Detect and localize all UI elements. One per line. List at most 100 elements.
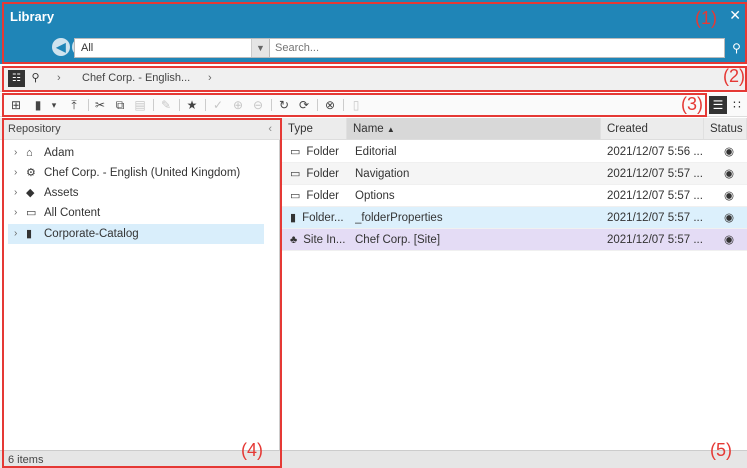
content-footer xyxy=(282,450,747,468)
star-icon[interactable]: ★ xyxy=(184,96,200,114)
library-title: Library xyxy=(10,9,55,24)
repository-footer: 6 items xyxy=(0,450,280,468)
column-header-type[interactable]: Type xyxy=(282,118,347,140)
tree-item-label: Chef Corp. - English (United Kingdom) xyxy=(44,167,241,179)
properties-icon[interactable]: ▯ xyxy=(348,96,364,114)
chevron-down-icon[interactable]: ▾ xyxy=(48,96,60,114)
table-row[interactable]: ▮ Folder... _folderProperties 2021/12/07 … xyxy=(282,207,747,229)
row-type: Folder xyxy=(306,168,340,180)
chevron-right-icon[interactable]: › xyxy=(14,203,17,223)
tree-item-all-content[interactable]: › ▭ All Content xyxy=(8,203,264,223)
toolbar-divider xyxy=(179,99,180,111)
chevron-down-icon[interactable]: ▼ xyxy=(251,39,269,57)
folder-icon: ▭ xyxy=(290,190,301,202)
catalog-icon: ▮ xyxy=(26,228,33,240)
tree-item-assets[interactable]: › ◆ Assets xyxy=(8,183,264,203)
filter-select-value: All xyxy=(81,42,94,54)
assets-icon: ◆ xyxy=(26,187,35,199)
status-icon: ◉ xyxy=(724,234,735,246)
filter-select[interactable]: All ▼ xyxy=(74,38,270,58)
row-created: 2021/12/07 5:57 ... xyxy=(607,168,702,180)
upload-icon[interactable]: ⤒ xyxy=(66,96,82,114)
callout-label-1: (1) xyxy=(695,8,717,28)
folder-properties-icon: ▮ xyxy=(290,212,297,224)
collapse-panel-icon[interactable]: ‹ xyxy=(268,123,272,135)
row-created: 2021/12/07 5:57 ... xyxy=(607,212,702,224)
site-icon: ⚙ xyxy=(26,167,36,179)
toolbar-divider xyxy=(271,99,272,111)
chevron-right-icon[interactable]: › xyxy=(14,143,17,163)
new-folder-icon[interactable]: ⊞ xyxy=(8,96,24,114)
toolbar-divider xyxy=(88,99,89,111)
edit-icon[interactable]: ✎ xyxy=(158,96,174,114)
tree-item-adam[interactable]: › ⌂ Adam xyxy=(8,143,264,163)
column-header-created[interactable]: Created xyxy=(601,118,704,140)
tree-item-label: All Content xyxy=(44,207,101,219)
row-name: Options xyxy=(355,190,395,202)
table-row[interactable]: ▭ Folder Navigation 2021/12/07 5:57 ... ◉ xyxy=(282,163,747,185)
table-row[interactable]: ▭ Folder Options 2021/12/07 5:57 ... ◉ xyxy=(282,185,747,207)
publish-icon[interactable]: ⊕ xyxy=(230,96,246,114)
status-icon: ◉ xyxy=(724,212,735,224)
tree-item-label: Assets xyxy=(44,187,79,199)
status-icon: ◉ xyxy=(724,190,735,202)
row-created: 2021/12/07 5:57 ... xyxy=(607,190,702,202)
back-button[interactable]: ◀ xyxy=(52,38,70,56)
cut-icon[interactable]: ✂ xyxy=(92,96,108,114)
tree-item-label: Adam xyxy=(44,147,75,159)
site-indicator-icon: ♣ xyxy=(290,234,298,246)
chevron-right-icon[interactable]: › xyxy=(14,224,17,244)
row-type: Site In... xyxy=(303,234,346,246)
column-label: Status xyxy=(710,123,743,135)
delete-icon[interactable]: ⊗ xyxy=(322,96,338,114)
home-icon: ⌂ xyxy=(26,147,33,159)
grid-view-icon[interactable]: ∷ xyxy=(728,96,746,114)
search-mode-icon[interactable]: ⚲ xyxy=(27,70,44,87)
content-table: Type Name ▲ Created Status ▭ Folder Edito… xyxy=(282,118,747,468)
column-header-name[interactable]: Name ▲ xyxy=(347,118,601,140)
column-label: Created xyxy=(607,123,648,135)
sync-all-icon[interactable]: ⟳ xyxy=(296,96,312,114)
approve-icon[interactable]: ✓ xyxy=(210,96,226,114)
toolbar-divider xyxy=(153,99,154,111)
copy-icon[interactable]: ⧉ xyxy=(112,96,128,114)
tree-item-corporate-catalog[interactable]: › ▮ Corporate-Catalog xyxy=(8,224,264,244)
repository-header: Repository ‹ xyxy=(0,118,280,140)
column-header-status[interactable]: Status xyxy=(704,118,747,140)
row-name: _folderProperties xyxy=(355,212,443,224)
folder-icon: ▭ xyxy=(290,168,301,180)
column-label: Name xyxy=(353,123,384,135)
chevron-right-icon: › xyxy=(57,72,61,84)
chevron-right-icon[interactable]: › xyxy=(14,183,17,203)
list-view-icon[interactable]: ☰ xyxy=(709,96,727,114)
close-icon[interactable]: ✕ xyxy=(729,7,741,24)
unpublish-icon[interactable]: ⊖ xyxy=(250,96,266,114)
chevron-right-icon[interactable]: › xyxy=(14,163,17,183)
breadcrumb-item[interactable]: Chef Corp. - English... xyxy=(82,72,190,84)
paste-icon[interactable]: ▤ xyxy=(132,96,148,114)
status-icon: ◉ xyxy=(724,146,735,158)
folder-icon: ▭ xyxy=(290,146,301,158)
new-content-icon[interactable]: ▮ xyxy=(30,96,46,114)
toolbar-divider xyxy=(343,99,344,111)
search-icon[interactable]: ⚲ xyxy=(726,38,747,58)
row-name: Editorial xyxy=(355,146,397,158)
chevron-right-icon[interactable]: › xyxy=(208,72,212,84)
table-row[interactable]: ▭ Folder Editorial 2021/12/07 5:56 ... ◉ xyxy=(282,141,747,163)
callout-label-2: (2) xyxy=(723,66,745,86)
callout-label-5: (5) xyxy=(710,440,732,460)
table-row[interactable]: ♣ Site In... Chef Corp. [Site] 2021/12/07… xyxy=(282,229,747,251)
search-input[interactable] xyxy=(270,39,724,57)
row-type: Folder xyxy=(306,190,340,202)
sort-ascending-icon: ▲ xyxy=(386,125,395,134)
row-name: Chef Corp. [Site] xyxy=(355,234,441,246)
repository-title: Repository xyxy=(8,123,61,135)
row-type: Folder... xyxy=(302,212,344,224)
tree-view-icon[interactable]: ☷ xyxy=(8,70,25,87)
repository-panel: Repository ‹ › ⌂ Adam › ⚙ Chef Corp. - E… xyxy=(0,118,280,468)
tree-item-chef-corp[interactable]: › ⚙ Chef Corp. - English (United Kingdom… xyxy=(8,163,264,183)
sync-icon[interactable]: ↻ xyxy=(276,96,292,114)
callout-label-3: (3) xyxy=(681,94,703,114)
search-field[interactable] xyxy=(270,38,725,58)
tree-item-label: Corporate-Catalog xyxy=(44,228,139,240)
